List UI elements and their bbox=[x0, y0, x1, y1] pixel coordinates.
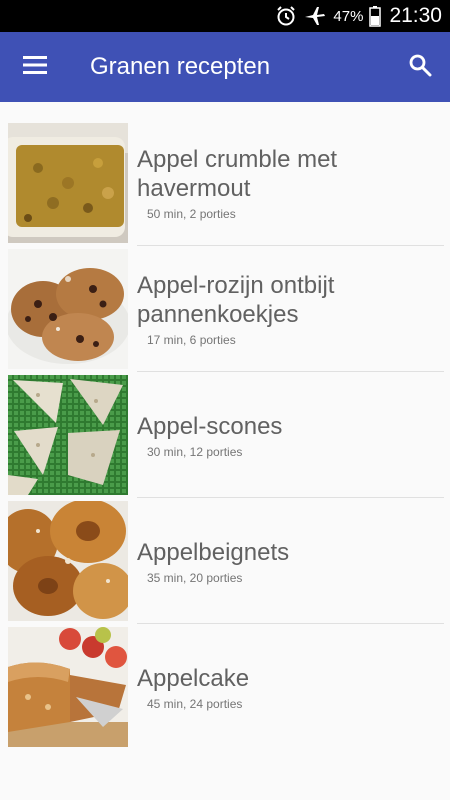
status-bar: 47% 21:30 bbox=[0, 0, 450, 32]
app-bar: Granen recepten bbox=[0, 32, 450, 102]
hamburger-menu-icon bbox=[23, 55, 47, 80]
recipe-item[interactable]: Appel-rozijn ontbijt pannenkoekjes 17 mi… bbox=[0, 246, 450, 372]
search-icon bbox=[408, 53, 432, 82]
scones-photo bbox=[8, 375, 128, 495]
recipe-title: Appelbeignets bbox=[137, 538, 290, 566]
recipe-meta: 30 min, 12 porties bbox=[147, 444, 243, 459]
recipe-title: Appel-scones bbox=[137, 412, 283, 440]
recipe-item[interactable]: Appel-scones 30 min, 12 porties bbox=[0, 372, 450, 498]
battery-icon bbox=[369, 5, 382, 27]
recipe-meta: 17 min, 6 porties bbox=[147, 333, 236, 347]
recipe-item[interactable]: Appel crumble met havermout 50 min, 2 po… bbox=[0, 120, 450, 246]
recipe-meta: 35 min, 20 porties bbox=[147, 570, 243, 585]
recipe-list: Appel crumble met havermout 50 min, 2 po… bbox=[0, 120, 450, 750]
recipe-item[interactable]: Appelcake 45 min, 24 porties bbox=[0, 624, 450, 750]
raisin-pancakes-photo bbox=[8, 249, 128, 369]
search-button[interactable] bbox=[390, 32, 450, 102]
recipe-meta: 50 min, 2 porties bbox=[147, 207, 236, 221]
recipe-title: Appelcake bbox=[137, 664, 250, 692]
apple-cake-photo bbox=[8, 627, 128, 747]
apple-fritters-photo bbox=[8, 501, 128, 621]
battery-percent: 47% bbox=[333, 7, 364, 25]
recipe-item[interactable]: Appelbeignets 35 min, 20 porties bbox=[0, 498, 450, 624]
recipe-meta: 45 min, 24 porties bbox=[147, 696, 243, 711]
alarm-icon bbox=[275, 5, 297, 27]
apple-crumble-photo bbox=[8, 123, 128, 243]
app-title: Granen recepten bbox=[90, 53, 271, 80]
clock: 21:30 bbox=[389, 4, 442, 27]
menu-button[interactable] bbox=[0, 32, 70, 102]
recipe-title: Appel crumble met havermout bbox=[137, 146, 338, 202]
airplane-mode-icon bbox=[303, 5, 327, 27]
recipe-title: Appel-rozijn ontbijt pannenkoekjes bbox=[137, 272, 335, 328]
